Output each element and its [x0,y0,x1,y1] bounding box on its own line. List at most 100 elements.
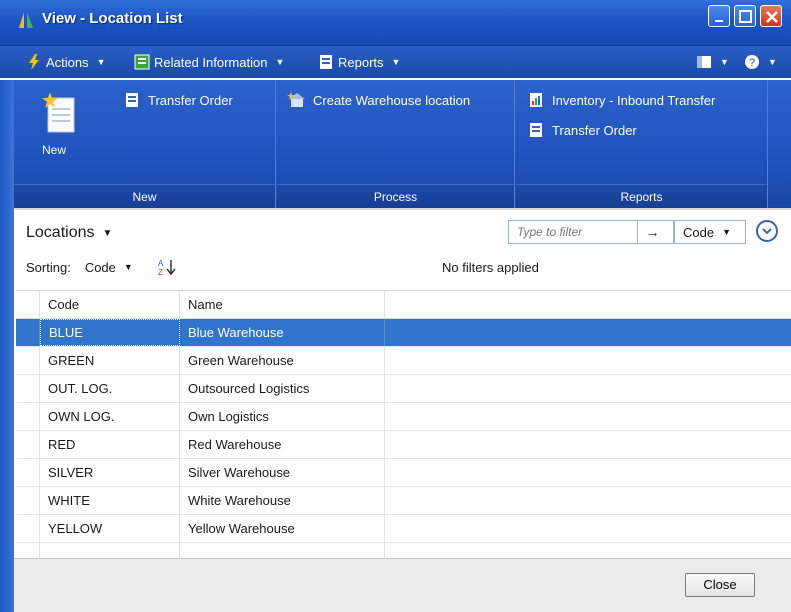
reports-menu[interactable]: Reports ▼ [318,54,400,70]
help-menu[interactable]: ? ▼ [744,54,777,70]
table-row[interactable]: SILVER Silver Warehouse [16,459,791,487]
cell-name[interactable]: Yellow Warehouse [180,515,385,542]
related-information-menu[interactable]: Related Information ▼ [134,54,284,70]
list-title-menu[interactable]: Locations ▼ [26,224,112,242]
cell-name[interactable]: White Warehouse [180,487,385,514]
cell-name[interactable]: Silver Warehouse [180,459,385,486]
help-icon: ? [745,55,759,69]
filter-input[interactable] [509,221,637,243]
ribbon-group-process: Create Warehouse location Process [277,80,515,208]
cell-code[interactable]: YELLOW [40,515,180,542]
column-header-code[interactable]: Code [40,291,180,318]
transfer-order-report-label: Transfer Order [552,122,637,138]
transfer-order-label: Transfer Order [148,92,233,108]
inventory-inbound-transfer-label: Inventory - Inbound Transfer [552,92,716,108]
create-warehouse-icon [287,92,305,107]
cell-name[interactable]: Outsourced Logistics [180,375,385,402]
row-marker[interactable] [16,487,40,514]
layout-icon [697,56,711,68]
actions-label: Actions [46,54,89,70]
row-marker[interactable] [16,347,40,374]
expand-filter-button[interactable] [756,220,778,242]
cell-code[interactable]: GREEN [40,347,180,374]
cell-name[interactable]: Red Warehouse [180,431,385,458]
close-button[interactable]: Close [685,573,755,597]
row-marker[interactable] [16,375,40,402]
cell-name[interactable]: Blue Warehouse [180,319,385,346]
related-information-label: Related Information [154,54,268,70]
row-marker[interactable] [16,431,40,458]
column-header-name[interactable]: Name [180,291,385,318]
filter-arrow-button[interactable]: → [637,221,667,243]
related-info-icon [134,54,150,70]
chevron-down-icon: ▼ [722,227,731,237]
close-window-button[interactable] [760,5,782,27]
locations-table: Code Name BLUE Blue Warehouse GREEN Green W… [16,290,791,571]
table-row[interactable]: GREEN Green Warehouse [16,347,791,375]
transfer-order-report-button[interactable]: Transfer Order [528,122,637,138]
reports-icon [320,55,332,69]
inventory-inbound-transfer-button[interactable]: Inventory - Inbound Transfer [528,92,715,108]
svg-text:Z: Z [158,268,163,276]
cell-code[interactable]: SILVER [40,459,180,486]
create-warehouse-location-button[interactable]: Create Warehouse location [287,92,470,108]
app-logo-icon [19,12,33,28]
table-row[interactable]: BLUE Blue Warehouse [16,319,791,347]
maximize-button[interactable] [734,5,756,27]
row-marker[interactable] [16,319,40,346]
list-panel: Locations ▼ → Code ▼ Sorting: Code ▼ A Z… [14,208,791,612]
row-marker[interactable] [16,403,40,430]
table-row[interactable]: YELLOW Yellow Warehouse [16,515,791,543]
reports-label: Reports [338,54,384,70]
minimize-icon [715,20,723,22]
ribbon-group-label-new: New [14,184,275,208]
sorting-label: Sorting: [26,259,71,275]
table-row[interactable]: OUT. LOG. Outsourced Logistics [16,375,791,403]
inventory-report-icon [530,93,542,107]
lightning-icon [29,54,39,70]
layout-menu[interactable]: ▼ [696,54,729,70]
filter-box: → [508,220,674,244]
chevron-down-icon: ▼ [96,57,106,67]
sorting-field-select[interactable]: Code ▼ [85,260,133,275]
sort-direction-icon[interactable]: A Z [157,258,181,276]
cell-code[interactable]: BLUE [40,319,180,346]
ribbon-group-new: New Transfer Order New [14,80,276,208]
chevron-down-icon: ▼ [391,57,401,67]
chevron-down-icon: ▼ [123,262,133,272]
ribbon-group-label-reports: Reports [516,184,767,208]
svg-text:?: ? [749,57,755,69]
cell-name[interactable]: Green Warehouse [180,347,385,374]
actions-menu[interactable]: Actions ▼ [26,54,106,70]
minimize-button[interactable] [708,5,730,27]
chevron-down-icon: ▼ [102,227,113,239]
list-title: Locations [26,224,95,241]
transfer-order-icon [530,123,542,137]
table-row[interactable]: OWN LOG. Own Logistics [16,403,791,431]
table-header-row: Code Name [16,291,791,319]
row-marker[interactable] [16,459,40,486]
row-marker[interactable] [16,515,40,542]
sorting-row: Sorting: Code ▼ A Z [26,258,181,276]
table-row[interactable]: WHITE White Warehouse [16,487,791,515]
table-row[interactable]: RED Red Warehouse [16,431,791,459]
transfer-order-button[interactable]: Transfer Order [124,92,233,108]
cell-code[interactable]: OUT. LOG. [40,375,180,402]
new-button[interactable]: New [42,92,90,157]
cell-code[interactable]: OWN LOG. [40,403,180,430]
filter-arrow-icon: → [645,224,660,240]
ribbon: New Transfer Order New Create Warehouse … [14,80,791,208]
ribbon-group-label-process: Process [277,184,514,208]
filter-field-select[interactable]: Code ▼ [674,220,746,244]
maximize-icon [739,10,752,23]
close-icon [766,11,778,23]
cell-name[interactable]: Own Logistics [180,403,385,430]
cell-code[interactable]: RED [40,431,180,458]
filters-status: No filters applied [442,260,539,275]
new-document-icon [42,92,75,133]
command-bar: Actions ▼ Related Information ▼ Reports … [0,46,791,78]
svg-text:A: A [158,259,164,268]
row-marker-header [16,291,40,318]
ribbon-group-reports: Inventory - Inbound Transfer Transfer Or… [516,80,768,208]
cell-code[interactable]: WHITE [40,487,180,514]
